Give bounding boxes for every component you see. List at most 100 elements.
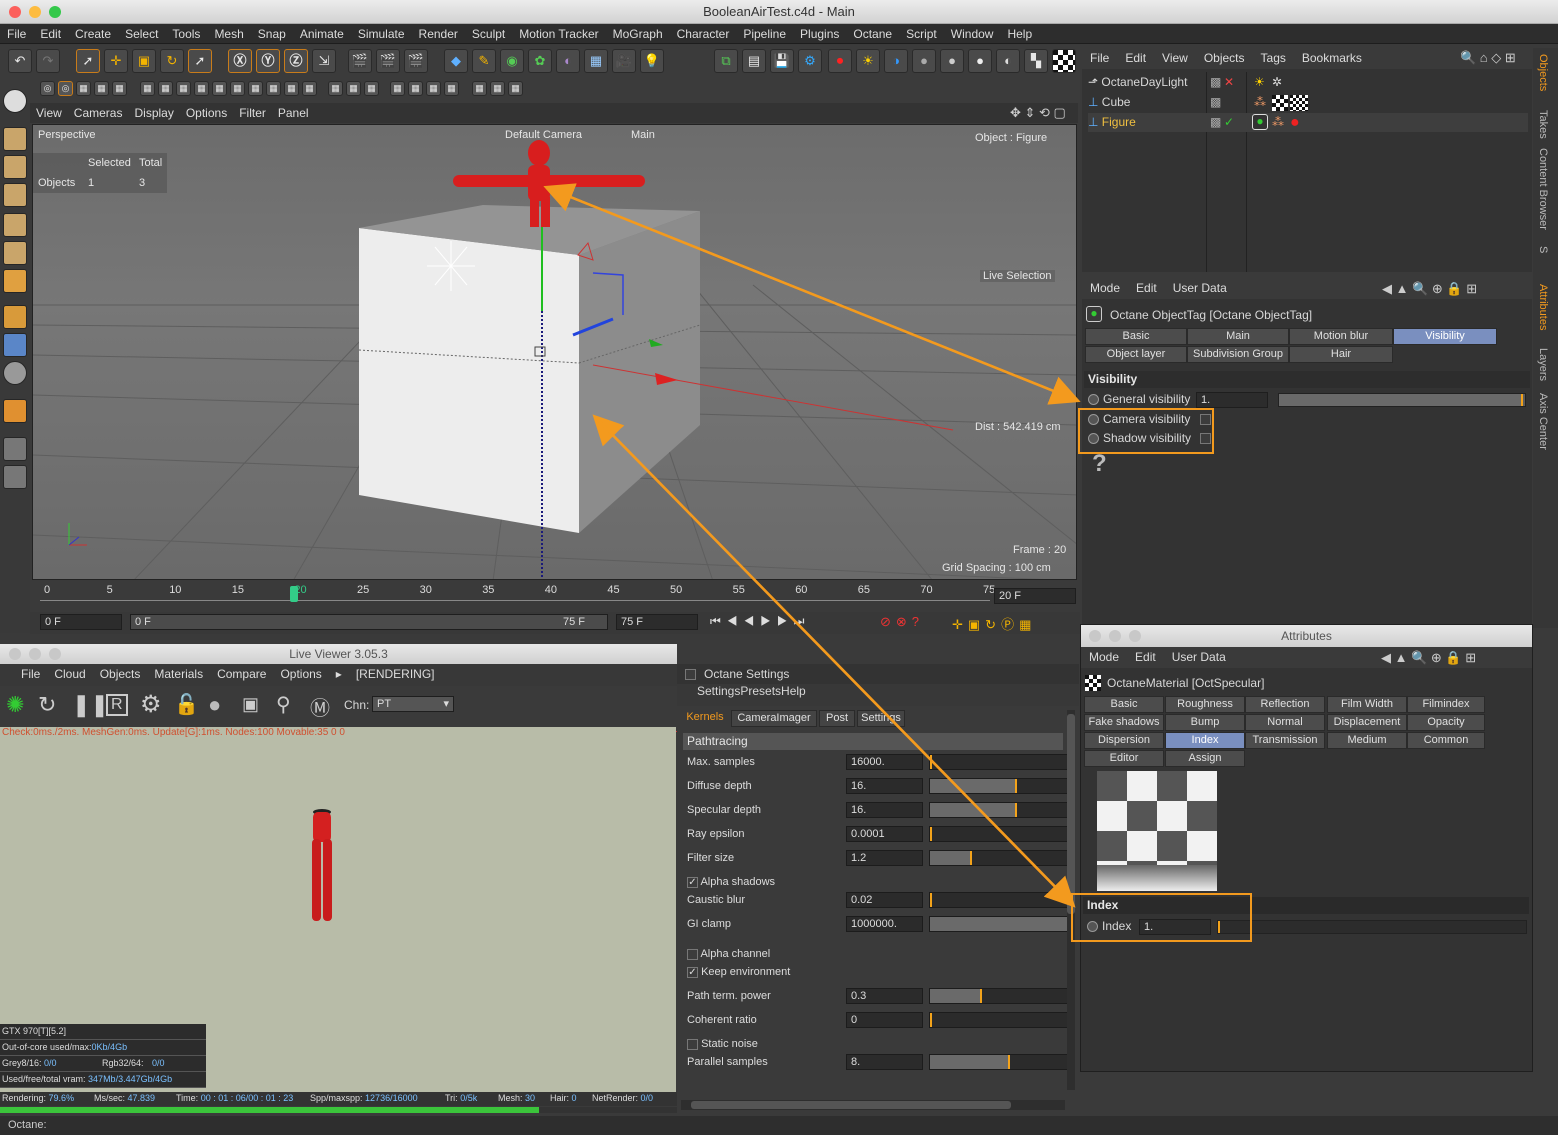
visibility-toggle-icon[interactable]: ▩	[1210, 113, 1221, 132]
grid-icon-16[interactable]: ▦	[426, 81, 441, 96]
live-viewer-menu-item-7[interactable]: [RENDERING]	[349, 664, 442, 684]
octane-param-value[interactable]: 16.	[846, 802, 923, 818]
grid-icon-18[interactable]: ▦	[472, 81, 487, 96]
octane-settings-icon[interactable]: ⚙	[798, 49, 822, 73]
lv-pick-focus-icon[interactable]: ⚲	[276, 692, 291, 717]
main-menu-item-6[interactable]: Snap	[251, 24, 293, 44]
pen-tool-icon[interactable]: ✎	[472, 49, 496, 73]
grid-icon-15[interactable]: ▦	[408, 81, 423, 96]
material-tab-fake-shadows[interactable]: Fake shadows	[1084, 714, 1164, 731]
side-tab-objects[interactable]: Objects	[1537, 54, 1549, 91]
grid-icon-10[interactable]: ▦	[302, 81, 317, 96]
octane-texture-icon[interactable]: ▚	[1024, 49, 1048, 73]
octane-glossy-material-icon[interactable]: ●	[940, 49, 964, 73]
side-tab-content-browser[interactable]: Content Browser	[1537, 148, 1549, 230]
octane-param-slider[interactable]	[929, 826, 1074, 842]
material-tab-editor[interactable]: Editor	[1084, 750, 1164, 767]
deformer-icon[interactable]: ◐	[556, 49, 580, 73]
x-axis-lock-icon[interactable]: Ⓧ	[228, 49, 252, 73]
grid-icon-17[interactable]: ▦	[444, 81, 459, 96]
recent-tool-icon[interactable]: ➚	[188, 49, 212, 73]
planar-workplane-icon[interactable]	[3, 465, 27, 489]
attributes-menu-item-2[interactable]: User Data	[1165, 278, 1235, 299]
tab-settings[interactable]: Settings	[857, 710, 905, 727]
side-tab-takes[interactable]: Takes	[1537, 110, 1549, 139]
viewport-menu-item-4[interactable]: Filter	[233, 103, 272, 123]
close-window-button[interactable]	[9, 6, 21, 18]
lv-settings-icon[interactable]: ⚙	[140, 690, 162, 719]
main-menu-item-15[interactable]: Plugins	[793, 24, 846, 44]
octane-param-slider[interactable]	[929, 892, 1074, 908]
octane-param-value[interactable]: 16.	[846, 778, 923, 794]
octane-settings-menu-item-2[interactable]: Help	[781, 684, 806, 698]
object-row-octanedaylight[interactable]: ⬏ OctaneDayLight ▩ ✕ ☀ ✲	[1088, 73, 1528, 92]
red-material-tag-icon[interactable]: ●	[1290, 113, 1300, 132]
lv-material-ball-icon[interactable]: ●	[208, 692, 221, 718]
material-tab-displacement[interactable]: Displacement	[1327, 714, 1407, 731]
lv-region-icon[interactable]: R	[106, 694, 128, 716]
attr2-minimize-button[interactable]	[1109, 630, 1121, 642]
octane-param-slider[interactable]	[929, 1012, 1074, 1028]
zoom-window-button[interactable]	[49, 6, 61, 18]
record-keys-icons[interactable]: ⊘⊗?	[880, 614, 924, 630]
axis-mode-icon[interactable]	[3, 305, 27, 329]
visibility-toggle-icon[interactable]: ▩	[1210, 73, 1221, 92]
grid-icon-20[interactable]: ▦	[508, 81, 523, 96]
material-tab-filmindex[interactable]: Filmindex	[1407, 696, 1485, 713]
material-tab-common[interactable]: Common	[1407, 732, 1485, 749]
tab-main[interactable]: Main	[1187, 328, 1289, 345]
material-tab-reflection[interactable]: Reflection	[1245, 696, 1325, 713]
static-noise-checkbox[interactable]	[687, 1038, 698, 1050]
main-menu-item-19[interactable]: Help	[1000, 24, 1039, 44]
object-menu-item-1[interactable]: Edit	[1117, 48, 1154, 69]
general-visibility-animate-icon[interactable]	[1088, 394, 1099, 406]
octane-param-slider[interactable]	[929, 850, 1074, 866]
octane-specular-material-icon[interactable]: ●	[968, 49, 992, 73]
live-viewer-menu-item-3[interactable]: Materials	[147, 664, 210, 684]
octane-checker-icon[interactable]	[1052, 49, 1076, 73]
material-tag-checker-icon[interactable]	[1272, 95, 1288, 111]
octane-param-value[interactable]: 0.02	[846, 892, 923, 908]
octane-settings-hscrollbar[interactable]	[681, 1100, 1065, 1110]
live-viewer-menu-item-4[interactable]: Compare	[210, 664, 273, 684]
octane-hdri-icon[interactable]: ◑	[884, 49, 908, 73]
move-tool-icon[interactable]: ✛	[104, 49, 128, 73]
side-tab-axis-center[interactable]: Axis Center	[1537, 393, 1549, 450]
attr2-close-button[interactable]	[1089, 630, 1101, 642]
lv-lock-icon[interactable]: 🔓	[174, 692, 199, 717]
tweak-mode-icon[interactable]	[3, 333, 27, 357]
model-mode-icon[interactable]	[3, 127, 27, 151]
light-object-icon[interactable]: 💡	[640, 49, 664, 73]
live-viewer-menu-item-0[interactable]: File	[14, 664, 47, 684]
grid-icon-8[interactable]: ▦	[266, 81, 281, 96]
minimize-window-button[interactable]	[29, 6, 41, 18]
material-tab-film-width[interactable]: Film Width	[1327, 696, 1407, 713]
octane-param-value[interactable]: 1000000.	[846, 916, 923, 932]
subdivision-icon[interactable]: ◉	[500, 49, 524, 73]
z-axis-lock-icon[interactable]: Ⓩ	[284, 49, 308, 73]
viewport-menu-item-1[interactable]: Cameras	[68, 103, 129, 123]
current-frame-field[interactable]: 20 F	[994, 588, 1076, 604]
polygons-mode-icon[interactable]	[3, 269, 27, 293]
3d-viewport[interactable]: Perspective Default Camera Main Object :…	[32, 124, 1077, 580]
main-menu-item-5[interactable]: Mesh	[207, 24, 250, 44]
main-menu-item-16[interactable]: Octane	[846, 24, 899, 44]
live-viewer-menu-item-6[interactable]: ▸	[329, 664, 349, 684]
playhead[interactable]	[290, 586, 298, 602]
octane-param-value[interactable]: 0.3	[846, 988, 923, 1004]
viewport-menu-item-3[interactable]: Options	[180, 103, 233, 123]
material-preview[interactable]	[1097, 771, 1217, 891]
lv-restart-icon[interactable]: ↻	[38, 692, 56, 718]
attributes-menu-item-0[interactable]: Mode	[1082, 278, 1128, 299]
grid-icon-6[interactable]: ▦	[230, 81, 245, 96]
lock-workplane-icon[interactable]	[3, 437, 27, 461]
tab-motion-blur[interactable]: Motion blur	[1289, 328, 1393, 345]
general-visibility-slider[interactable]	[1278, 393, 1526, 407]
octane-daylight-icon[interactable]: ☀	[856, 49, 880, 73]
general-visibility-field[interactable]: 1.	[1196, 392, 1268, 408]
texture-mode-icon[interactable]	[3, 155, 27, 179]
grid-icon-11[interactable]: ▦	[328, 81, 343, 96]
grid-icon-19[interactable]: ▦	[490, 81, 505, 96]
timeline-ruler[interactable]	[40, 600, 990, 608]
octane-settings-menu-item-0[interactable]: Settings	[697, 684, 740, 698]
